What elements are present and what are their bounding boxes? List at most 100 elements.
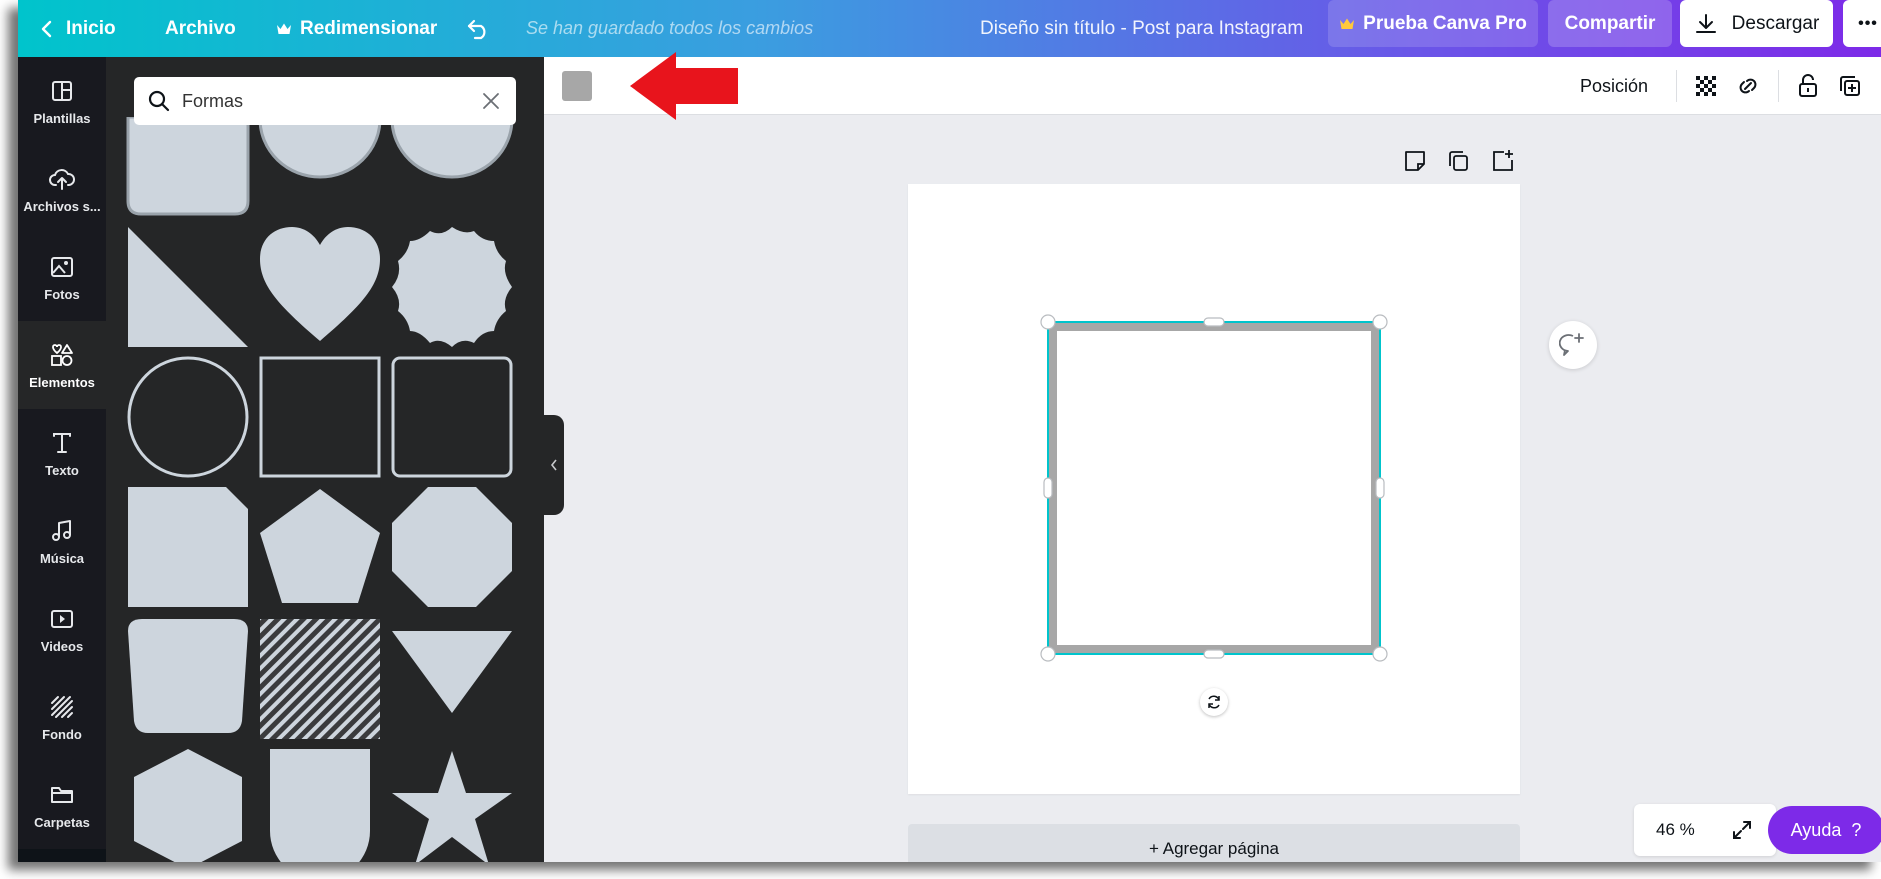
background-icon bbox=[51, 695, 73, 718]
rail-item-elements[interactable]: Elementos bbox=[18, 321, 106, 409]
lock-icon[interactable] bbox=[1794, 72, 1822, 100]
rail-label: Fotos bbox=[44, 286, 80, 302]
shape-heart[interactable] bbox=[258, 225, 382, 349]
shape-wavy-circle[interactable] bbox=[390, 225, 514, 349]
chevron-left-icon bbox=[41, 20, 52, 37]
rail-label: Plantillas bbox=[33, 110, 91, 126]
shape-star[interactable] bbox=[390, 747, 514, 862]
save-status: Se han guardado todos los cambios bbox=[526, 18, 814, 38]
rail-label: Elementos bbox=[29, 374, 95, 390]
position-button[interactable]: Posición bbox=[1580, 57, 1648, 115]
share-button[interactable]: Compartir bbox=[1548, 0, 1672, 47]
rail-item-uploads[interactable]: Archivos s... bbox=[18, 145, 106, 233]
music-icon bbox=[52, 519, 71, 541]
shape-hexagon[interactable] bbox=[126, 747, 250, 862]
help-button[interactable]: Ayuda ? bbox=[1768, 806, 1881, 854]
shape-cut-corner-square[interactable] bbox=[126, 485, 250, 609]
shape-rounded-square-outline[interactable] bbox=[390, 355, 514, 479]
more-options-button[interactable]: ••• bbox=[1843, 0, 1881, 47]
rail-item-photos[interactable]: Fotos bbox=[18, 233, 106, 321]
rail-item-folders[interactable]: Carpetas bbox=[18, 761, 106, 849]
undo-icon bbox=[467, 19, 486, 39]
rail-label: Fondo bbox=[42, 726, 82, 742]
try-canva-pro-button[interactable]: Prueba Canva Pro bbox=[1328, 0, 1538, 47]
rotate-icon bbox=[1208, 695, 1220, 709]
shape-striped-square[interactable] bbox=[258, 617, 382, 741]
link-icon[interactable] bbox=[1734, 72, 1762, 100]
transparency-icon[interactable] bbox=[1692, 72, 1720, 100]
design-page[interactable] bbox=[908, 184, 1520, 794]
rotate-handle[interactable] bbox=[1200, 688, 1228, 716]
annotation-arrow bbox=[630, 52, 738, 120]
add-comment-button[interactable] bbox=[1549, 321, 1597, 369]
text-icon bbox=[53, 432, 71, 453]
elements-panel bbox=[106, 57, 544, 862]
add-page-button[interactable]: + Agregar página bbox=[908, 824, 1520, 862]
close-icon[interactable] bbox=[480, 90, 502, 112]
share-label: Compartir bbox=[1564, 12, 1656, 34]
try-pro-label: Prueba Canva Pro bbox=[1363, 12, 1527, 34]
shape-circle-outline[interactable] bbox=[126, 355, 250, 479]
resize-button[interactable]: Redimensionar bbox=[276, 0, 437, 57]
image-icon bbox=[51, 256, 73, 277]
shape-right-triangle[interactable] bbox=[126, 225, 250, 349]
help-label: Ayuda ? bbox=[1790, 819, 1862, 840]
add-page-label: + Agregar página bbox=[1149, 839, 1279, 858]
rail-item-videos[interactable]: Videos bbox=[18, 585, 106, 673]
shape-rounded-square[interactable] bbox=[126, 117, 250, 217]
app-window: Inicio Archivo Redimensionar Se han guar… bbox=[18, 0, 1881, 862]
folder-icon bbox=[51, 786, 73, 803]
file-label: Archivo bbox=[165, 17, 236, 39]
search-icon bbox=[148, 90, 170, 112]
home-button[interactable]: Inicio bbox=[40, 0, 116, 57]
zoom-level[interactable]: 46 % bbox=[1656, 804, 1695, 856]
rail-item-text[interactable]: Texto bbox=[18, 409, 106, 497]
position-label: Posición bbox=[1580, 75, 1649, 96]
cloud-upload-icon bbox=[49, 168, 75, 190]
resize-label: Redimensionar bbox=[300, 17, 438, 39]
video-icon bbox=[51, 609, 73, 628]
file-menu-button[interactable]: Archivo bbox=[165, 0, 236, 57]
side-nav: Plantillas Archivos s... Fotos Elementos… bbox=[18, 57, 106, 862]
rail-item-templates[interactable]: Plantillas bbox=[18, 57, 106, 145]
duplicate-icon[interactable] bbox=[1836, 72, 1864, 100]
rail-label: Carpetas bbox=[34, 814, 90, 830]
shapes-icon bbox=[51, 343, 73, 366]
download-label: Descargar bbox=[1731, 12, 1820, 34]
shape-circle[interactable] bbox=[258, 117, 382, 217]
toolbar-divider bbox=[1676, 70, 1677, 102]
selected-square-shape[interactable] bbox=[1038, 312, 1390, 664]
toolbar-divider bbox=[1778, 70, 1779, 102]
design-title[interactable]: Diseño sin título - Post para Instagram bbox=[980, 0, 1303, 57]
duplicate-page-icon[interactable] bbox=[1446, 148, 1472, 174]
search-box bbox=[134, 77, 516, 125]
rail-label: Texto bbox=[45, 462, 79, 478]
zoom-controls: 46 % bbox=[1634, 804, 1776, 856]
download-button[interactable]: Descargar bbox=[1680, 0, 1833, 47]
rail-item-background[interactable]: Fondo bbox=[18, 673, 106, 761]
collapse-panel-button[interactable] bbox=[544, 415, 564, 515]
shape-square-outline[interactable] bbox=[258, 355, 382, 479]
shape-octagon[interactable] bbox=[390, 485, 514, 609]
more-icon: ••• bbox=[1858, 14, 1878, 32]
download-icon bbox=[1695, 13, 1716, 33]
add-page-icon[interactable] bbox=[1490, 148, 1516, 174]
editor-toolbar: Posición bbox=[544, 57, 1881, 115]
shape-inverted-triangle[interactable] bbox=[390, 617, 514, 741]
chevron-left-icon bbox=[550, 459, 557, 471]
crown-icon bbox=[1340, 18, 1355, 29]
rail-label: Música bbox=[39, 550, 85, 566]
shape-color-swatch[interactable] bbox=[562, 71, 592, 101]
notes-icon[interactable] bbox=[1402, 148, 1428, 174]
shape-pentagon[interactable] bbox=[258, 485, 382, 609]
shape-circle-alt[interactable] bbox=[390, 117, 514, 217]
expand-icon[interactable] bbox=[1730, 818, 1754, 842]
layout-icon bbox=[52, 80, 72, 101]
undo-button[interactable] bbox=[466, 0, 492, 57]
shape-shield[interactable] bbox=[258, 747, 382, 862]
comment-add-icon bbox=[1559, 333, 1584, 356]
shape-rounded-trapezoid[interactable] bbox=[126, 617, 250, 741]
rail-item-music[interactable]: Música bbox=[18, 497, 106, 585]
search-input[interactable] bbox=[182, 90, 480, 112]
crown-icon bbox=[277, 23, 291, 34]
